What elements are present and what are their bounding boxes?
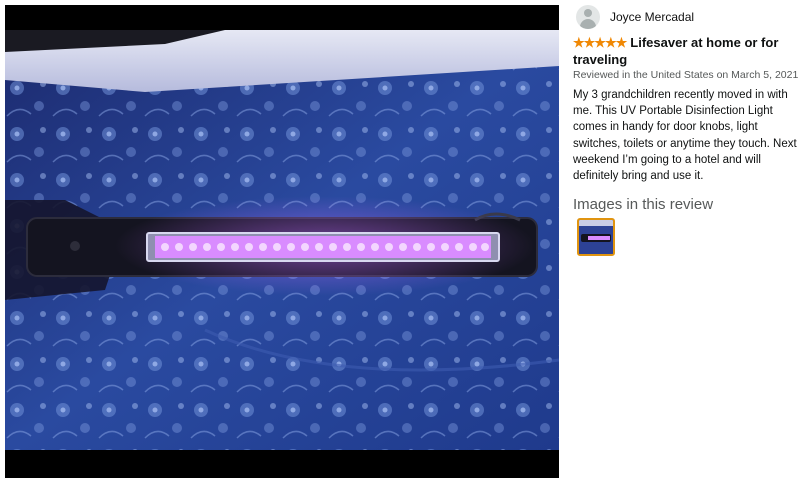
avatar [576, 5, 600, 29]
avatar-body [580, 19, 596, 29]
avatar-head [584, 9, 592, 17]
review-photo[interactable] [5, 30, 559, 450]
media-viewer [0, 0, 560, 483]
review-title-row: ★★★★★ Lifesaver at home or for traveling [573, 34, 795, 68]
reviewer-name[interactable]: Joyce Mercadal [610, 10, 694, 24]
reviewer-profile[interactable]: Joyce Mercadal [576, 5, 694, 29]
review-body: My 3 grandchildren recently moved in wit… [573, 89, 797, 183]
images-heading: Images in this review [573, 196, 714, 213]
star-rating-icon[interactable]: ★★★★★ [573, 34, 627, 51]
image-frame [5, 5, 559, 478]
review-panel: Joyce Mercadal ★★★★★ Lifesaver at home or… [573, 0, 799, 483]
review-meta: Reviewed in the United States on March 5… [573, 69, 799, 81]
review-image-thumbnail[interactable] [577, 218, 615, 256]
